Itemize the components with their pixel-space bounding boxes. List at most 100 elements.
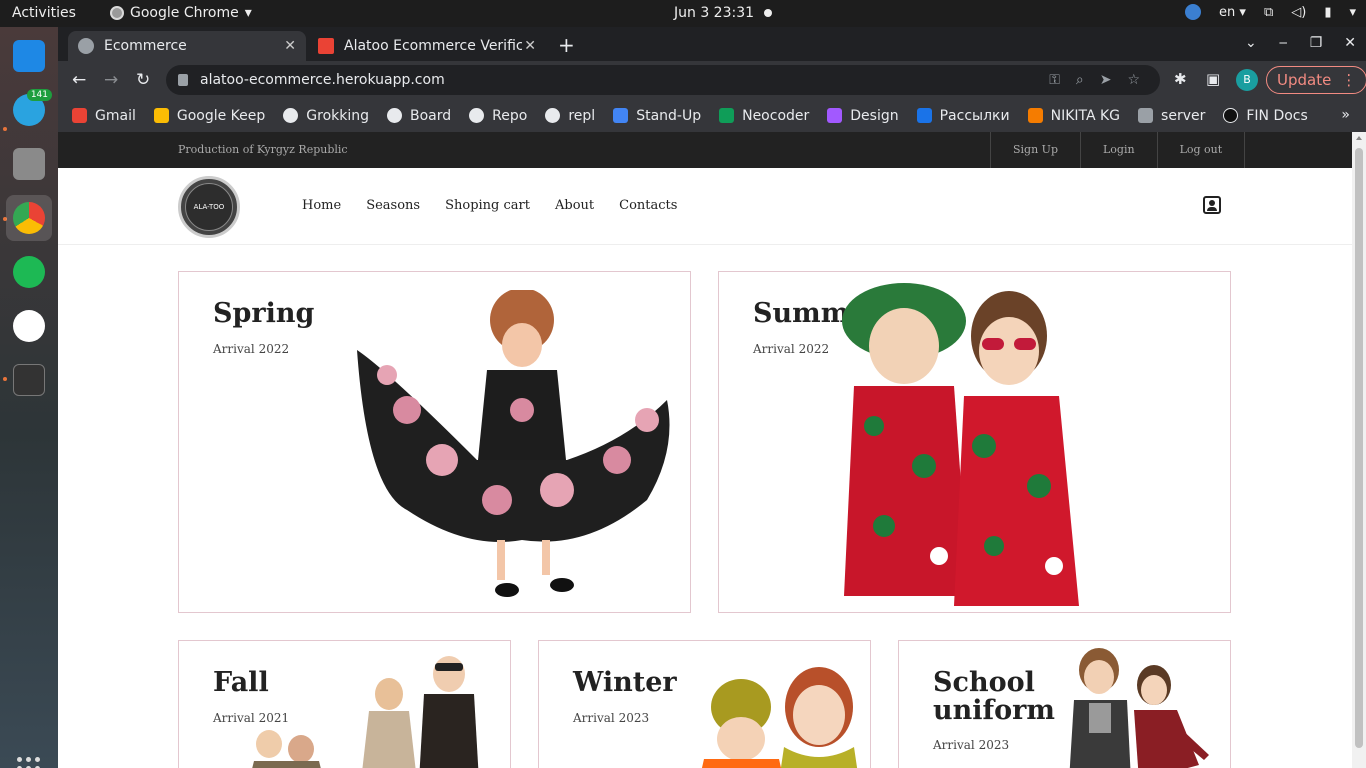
- season-card-winter[interactable]: Winter Arrival 2023: [538, 640, 871, 768]
- bookmark-nikita-kg[interactable]: NIKITA KG: [1027, 108, 1120, 124]
- chevron-down-icon[interactable]: ▾: [1349, 5, 1356, 20]
- app-menu-label: Google Chrome: [130, 5, 239, 21]
- tab-title: Ecommerce: [104, 38, 187, 54]
- bookmark-server[interactable]: server: [1138, 108, 1205, 124]
- bookmark-label: Repo: [492, 107, 528, 124]
- card-subtitle: Arrival 2023: [573, 711, 650, 725]
- side-panel-icon[interactable]: ▣: [1206, 70, 1220, 88]
- network-icon[interactable]: ⧉: [1264, 5, 1273, 20]
- close-tab-icon[interactable]: ✕: [284, 38, 296, 54]
- reload-button[interactable]: ↻: [136, 70, 150, 90]
- scrollbar-thumb[interactable]: [1355, 148, 1363, 748]
- system-top-bar: Activities Google Chrome ▾ Jun 3 23:31 e…: [0, 0, 1366, 27]
- summer-product-image: [842, 283, 1079, 606]
- page-scrollbar[interactable]: [1352, 132, 1366, 768]
- bookmarks-bar: Gmail Google Keep Grokking Board Repo re…: [58, 99, 1366, 132]
- zoom-icon[interactable]: ⌕: [1076, 65, 1084, 95]
- globe-icon: [387, 108, 403, 123]
- close-window-button[interactable]: ✕: [1344, 35, 1356, 51]
- logout-link[interactable]: Log out: [1156, 132, 1246, 168]
- dock-slack[interactable]: [6, 303, 52, 349]
- scroll-up-icon[interactable]: [1356, 136, 1362, 140]
- bookmark-label: repl: [568, 107, 596, 124]
- bookmark-stand-up[interactable]: Stand-Up: [613, 108, 701, 124]
- bookmark-grokking[interactable]: Grokking: [283, 108, 369, 124]
- unread-badge: 141: [26, 89, 52, 101]
- meet-icon: [613, 108, 629, 123]
- nav-contacts[interactable]: Contacts: [619, 198, 677, 213]
- chevron-down-icon: ▾: [244, 5, 252, 21]
- new-tab-button[interactable]: +: [558, 33, 575, 57]
- lock-icon[interactable]: [178, 74, 188, 86]
- bookmark-fin-docs[interactable]: FIN Docs: [1223, 108, 1308, 124]
- spring-product-image: [357, 290, 670, 597]
- chrome-icon: [110, 6, 124, 20]
- tab-ecommerce[interactable]: Ecommerce ✕: [68, 31, 306, 61]
- dock-terminal[interactable]: [6, 357, 52, 403]
- top-strip: Production of Kyrgyz Republic Sign Up Lo…: [58, 132, 1352, 168]
- address-bar[interactable]: alatoo-ecommerce.herokuapp.com ⚿ ⌕ ➤ ☆: [166, 65, 1160, 95]
- fall-product-image: [252, 656, 479, 768]
- battery-icon[interactable]: ▮: [1324, 5, 1331, 20]
- nav-shopping-cart[interactable]: Shoping cart: [445, 198, 530, 213]
- season-card-fall[interactable]: Fall Arrival 2021: [178, 640, 511, 768]
- language-label: en: [1219, 4, 1236, 20]
- bookmark-repl[interactable]: repl: [545, 108, 595, 124]
- bookmark-board[interactable]: Board: [387, 108, 451, 124]
- close-tab-icon[interactable]: ✕: [524, 38, 536, 54]
- bookmark-gmail[interactable]: Gmail: [72, 108, 136, 124]
- more-bookmarks-icon[interactable]: »: [1341, 107, 1350, 123]
- bookmark-repo[interactable]: Repo: [469, 108, 527, 124]
- key-icon[interactable]: ⚿: [1049, 65, 1060, 95]
- show-applications-icon[interactable]: [17, 757, 41, 768]
- minimize-button[interactable]: ‒: [1279, 35, 1288, 51]
- bookmark-label: Рассылки: [939, 107, 1010, 124]
- dock-telegram[interactable]: 141: [6, 87, 52, 133]
- system-tray[interactable]: en ▾ ⧉ ◁) ▮ ▾: [1185, 4, 1356, 20]
- language-indicator[interactable]: en ▾: [1219, 5, 1246, 20]
- dock-files[interactable]: [6, 141, 52, 187]
- tab-search-icon[interactable]: ⌄: [1245, 35, 1257, 51]
- login-link[interactable]: Login: [1080, 132, 1157, 168]
- card-title: Spring: [213, 298, 315, 329]
- browser-window: Ecommerce ✕ Alatoo Ecommerce Verific ✕ +…: [58, 27, 1366, 132]
- update-icon[interactable]: [1185, 4, 1202, 20]
- extensions-icon[interactable]: ✱: [1174, 70, 1187, 88]
- activities-button[interactable]: Activities: [12, 5, 76, 21]
- bookmark-neocoder[interactable]: Neocoder: [719, 108, 809, 124]
- forward-button[interactable]: →: [104, 70, 118, 90]
- omnibox-actions: ⚿ ⌕ ➤ ☆: [1049, 65, 1140, 95]
- season-card-school-uniform[interactable]: School uniform Arrival 2023: [898, 640, 1231, 768]
- sheets-icon: [719, 108, 735, 123]
- bookmark-rassylki[interactable]: Рассылки: [916, 107, 1010, 124]
- back-button[interactable]: ←: [72, 70, 86, 90]
- volume-icon[interactable]: ◁): [1291, 5, 1306, 20]
- school-uniform-product-image: [1069, 648, 1209, 768]
- update-button[interactable]: Update ⋮: [1266, 66, 1366, 94]
- dock: 141: [0, 27, 58, 768]
- dock-chrome[interactable]: [6, 195, 52, 241]
- app-menu[interactable]: Google Chrome ▾: [110, 5, 252, 21]
- menu-icon: ⋮: [1341, 71, 1357, 89]
- nav-about[interactable]: About: [555, 198, 594, 213]
- maximize-button[interactable]: ❐: [1310, 35, 1323, 51]
- nav-seasons[interactable]: Seasons: [366, 198, 420, 213]
- profile-avatar[interactable]: B: [1236, 69, 1258, 91]
- signup-link[interactable]: Sign Up: [990, 132, 1080, 168]
- bookmark-design[interactable]: Design: [827, 108, 899, 124]
- vscode-icon: [13, 40, 45, 72]
- dock-vscode[interactable]: [6, 33, 52, 79]
- account-icon[interactable]: [1203, 196, 1221, 214]
- bookmark-google-keep[interactable]: Google Keep: [153, 108, 265, 124]
- tab-verification[interactable]: Alatoo Ecommerce Verific ✕: [308, 31, 546, 61]
- season-card-spring[interactable]: Spring Arrival 2022: [178, 271, 691, 613]
- notification-dot: [764, 9, 772, 17]
- bookmark-star-icon[interactable]: ☆: [1127, 65, 1140, 95]
- dock-spotify[interactable]: [6, 249, 52, 295]
- site-logo[interactable]: ALA-TOO: [178, 176, 240, 238]
- nav-home[interactable]: Home: [302, 198, 341, 213]
- send-icon[interactable]: ➤: [1100, 65, 1112, 95]
- globe-icon: [469, 108, 485, 123]
- clock[interactable]: Jun 3 23:31: [674, 5, 754, 21]
- season-card-summer[interactable]: Summer Arrival 2022: [718, 271, 1231, 613]
